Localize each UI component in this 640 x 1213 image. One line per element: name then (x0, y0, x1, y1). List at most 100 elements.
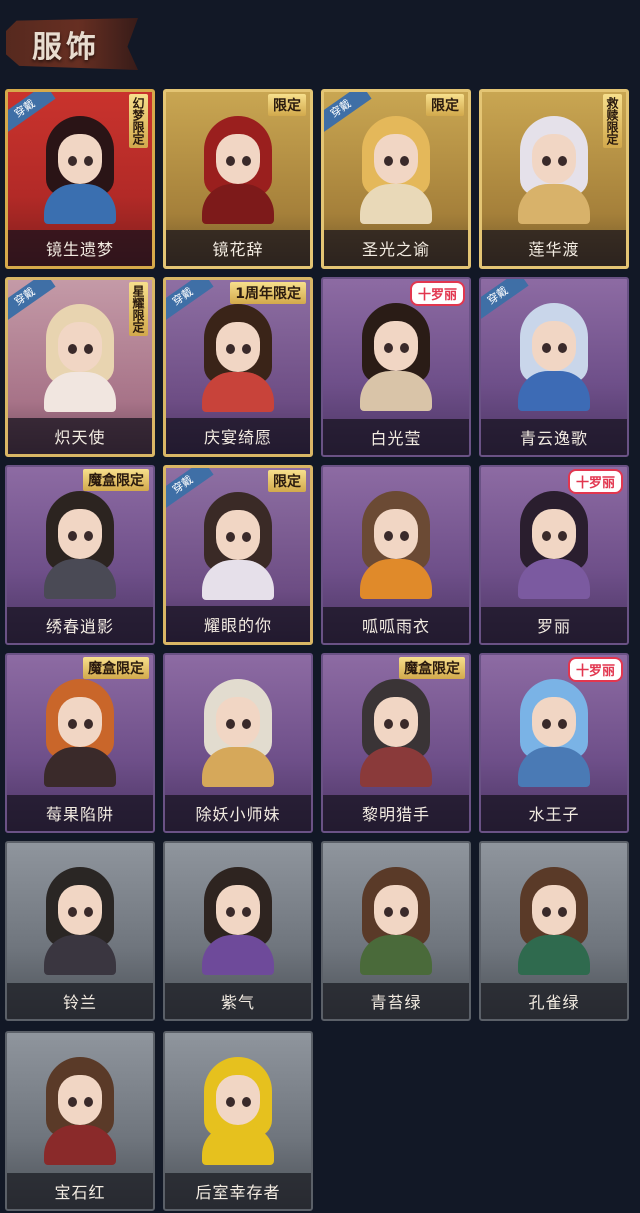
character-portrait (354, 863, 438, 975)
name-bar: 紫气 (165, 983, 311, 1019)
costume-name: 宝石红 (54, 1183, 106, 1202)
costume-card[interactable]: 魔盒限定黎明猎手 (321, 653, 471, 833)
costume-name: 炽天使 (54, 428, 106, 447)
costume-card[interactable]: 魔盒限定绣春逍影 (5, 465, 155, 645)
character-portrait (38, 1053, 122, 1165)
costume-name: 孔雀绿 (528, 993, 580, 1012)
name-bar: 呱呱雨衣 (323, 607, 469, 643)
costume-card[interactable]: 铃兰 (5, 841, 155, 1021)
costume-name: 青苔绿 (370, 993, 422, 1012)
character-portrait (512, 675, 596, 787)
costume-card[interactable]: 穿戴 1周年限定 庆宴绮愿 (163, 277, 313, 457)
name-bar: 圣光之谕 (324, 230, 468, 266)
character-portrait (38, 487, 122, 599)
limited-tag: 十罗丽 (567, 657, 623, 682)
costume-card[interactable]: 十罗丽罗丽 (479, 465, 629, 645)
limited-tag: 魔盒限定 (83, 469, 149, 491)
costume-card[interactable]: 后室幸存者 (163, 1031, 313, 1211)
character-portrait (196, 675, 280, 787)
costume-name: 绣春逍影 (45, 617, 114, 636)
costume-card[interactable]: 宝石红 (5, 1031, 155, 1211)
character-portrait (354, 487, 438, 599)
name-bar: 宝石红 (7, 1173, 153, 1209)
name-bar: 除妖小师妹 (165, 795, 311, 831)
costume-grid: 穿戴 幻梦限定 镜生遗梦 限定 镜花辞 穿戴 限定 圣光之谕 救赎限定 莲华渡 穿戴 星耀限定 炽天使穿… (0, 0, 640, 1213)
costume-card[interactable]: 穿戴 幻梦限定 镜生遗梦 (5, 89, 155, 269)
costume-name: 呱呱雨衣 (361, 617, 430, 636)
name-bar: 镜生遗梦 (8, 230, 152, 266)
character-portrait (196, 1053, 280, 1165)
costume-name: 莓果陷阱 (45, 805, 114, 824)
costume-card[interactable]: 穿戴 限定 耀眼的你 (163, 465, 313, 645)
character-portrait (354, 112, 438, 224)
character-portrait (512, 112, 596, 224)
costume-name: 水王子 (528, 805, 580, 824)
name-bar: 罗丽 (481, 607, 627, 643)
name-bar: 耀眼的你 (166, 606, 310, 642)
costume-card[interactable]: 穿戴 青云逸歌 (479, 277, 629, 457)
costume-card[interactable]: 孔雀绿 (479, 841, 629, 1021)
costume-name: 镜生遗梦 (45, 240, 114, 259)
name-bar: 莓果陷阱 (7, 795, 153, 831)
costume-name: 除妖小师妹 (195, 805, 281, 824)
character-portrait (196, 112, 280, 224)
name-bar: 后室幸存者 (165, 1173, 311, 1209)
costume-name: 青云逸歌 (519, 429, 588, 448)
character-portrait (196, 300, 280, 412)
costume-name: 紫气 (220, 993, 255, 1012)
name-bar: 庆宴绮愿 (166, 418, 310, 454)
limited-tag: 幻梦限定 (129, 94, 148, 148)
name-bar: 青苔绿 (323, 983, 469, 1019)
costume-name: 莲华渡 (528, 240, 580, 259)
costume-name: 圣光之谕 (361, 240, 430, 259)
character-portrait (38, 675, 122, 787)
costume-card[interactable]: 青苔绿 (321, 841, 471, 1021)
costume-card[interactable]: 救赎限定莲华渡 (479, 89, 629, 269)
name-bar: 莲华渡 (482, 230, 626, 266)
name-bar: 水王子 (481, 795, 627, 831)
name-bar: 镜花辞 (166, 230, 310, 266)
character-portrait (38, 112, 122, 224)
costume-name: 庆宴绮愿 (203, 428, 272, 447)
limited-tag: 星耀限定 (129, 282, 148, 336)
character-portrait (38, 863, 122, 975)
limited-tag: 十罗丽 (409, 281, 465, 306)
character-portrait (512, 487, 596, 599)
limited-tag: 1周年限定 (230, 282, 306, 304)
character-portrait (512, 863, 596, 975)
costume-name: 镜花辞 (212, 240, 264, 259)
costume-card[interactable]: 呱呱雨衣 (321, 465, 471, 645)
costume-name: 铃兰 (62, 993, 97, 1012)
costume-name: 白光莹 (370, 429, 422, 448)
costume-card[interactable]: 紫气 (163, 841, 313, 1021)
costume-card[interactable]: 十罗丽水王子 (479, 653, 629, 833)
name-bar: 孔雀绿 (481, 983, 627, 1019)
costume-name: 耀眼的你 (203, 616, 272, 635)
limited-tag: 救赎限定 (603, 94, 622, 148)
name-bar: 青云逸歌 (481, 419, 627, 455)
name-bar: 白光莹 (323, 419, 469, 455)
costume-card[interactable]: 穿戴 星耀限定 炽天使 (5, 277, 155, 457)
costume-card[interactable]: 除妖小师妹 (163, 653, 313, 833)
character-portrait (38, 300, 122, 412)
name-bar: 炽天使 (8, 418, 152, 454)
costume-card[interactable]: 限定镜花辞 (163, 89, 313, 269)
costume-card[interactable]: 穿戴 限定 圣光之谕 (321, 89, 471, 269)
costume-card[interactable]: 十罗丽白光莹 (321, 277, 471, 457)
name-bar: 黎明猎手 (323, 795, 469, 831)
character-portrait (196, 863, 280, 975)
costume-name: 黎明猎手 (361, 805, 430, 824)
name-bar: 绣春逍影 (7, 607, 153, 643)
character-portrait (354, 299, 438, 411)
name-bar: 铃兰 (7, 983, 153, 1019)
limited-tag: 限定 (268, 94, 306, 116)
costume-card[interactable]: 魔盒限定莓果陷阱 (5, 653, 155, 833)
costume-name: 后室幸存者 (195, 1183, 281, 1202)
character-portrait (354, 675, 438, 787)
limited-tag: 魔盒限定 (399, 657, 465, 679)
character-portrait (196, 488, 280, 600)
character-portrait (512, 299, 596, 411)
limited-tag: 限定 (268, 470, 306, 492)
limited-tag: 十罗丽 (567, 469, 623, 494)
limited-tag: 魔盒限定 (83, 657, 149, 679)
